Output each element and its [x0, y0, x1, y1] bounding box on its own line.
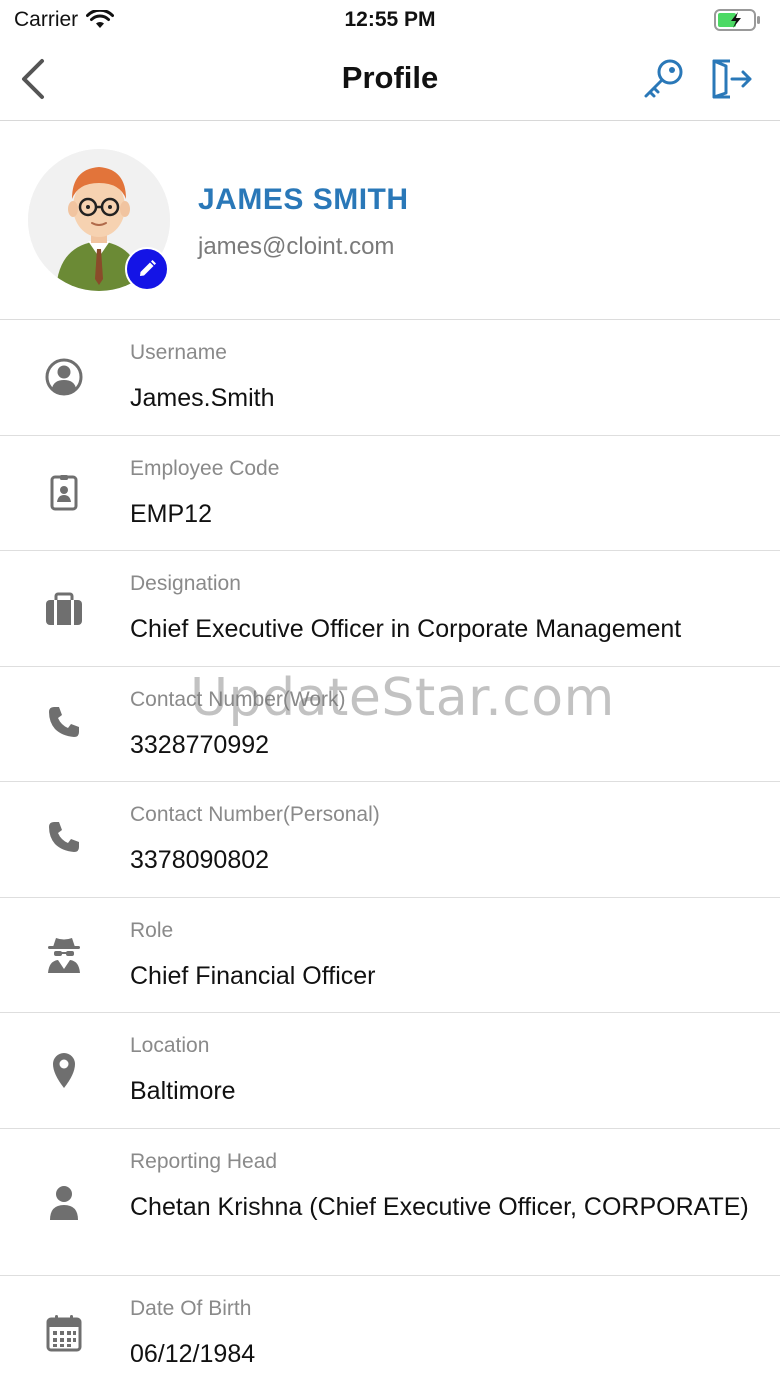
field-location: Location Baltimore — [0, 1013, 780, 1129]
logout-icon — [712, 59, 752, 99]
navigation-bar: Profile — [0, 40, 780, 121]
logout-button[interactable] — [705, 54, 757, 104]
field-label: Username — [130, 341, 227, 364]
field-label: Role — [130, 919, 174, 942]
field-label: Date Of Birth — [130, 1297, 252, 1320]
phone-icon — [40, 698, 88, 746]
field-value: 3328770992 — [130, 731, 270, 759]
user-secret-icon — [40, 931, 88, 979]
profile-name: JAMES SMITH — [198, 183, 409, 216]
field-label: Employee Code — [130, 457, 280, 480]
field-date-of-birth: Date Of Birth 06/12/1984 — [0, 1276, 780, 1387]
map-marker-icon — [40, 1046, 88, 1094]
id-badge-icon — [40, 469, 88, 517]
phone-icon — [40, 813, 88, 861]
field-value: Chief Financial Officer — [130, 962, 376, 990]
account-circle-icon — [40, 353, 88, 401]
edit-avatar-button[interactable] — [125, 247, 169, 291]
field-reporting-head: Reporting Head Chetan Krishna (Chief Exe… — [0, 1129, 780, 1276]
briefcase-icon — [40, 585, 88, 633]
field-designation: Designation Chief Executive Officer in C… — [0, 551, 780, 667]
field-employee-code: Employee Code EMP12 — [0, 436, 780, 551]
battery-charging-icon — [714, 9, 760, 31]
field-contact-work: Contact Number(Work) 3328770992 — [0, 667, 780, 782]
field-label: Designation — [130, 572, 241, 595]
field-label: Location — [130, 1034, 210, 1057]
field-value: 06/12/1984 — [130, 1340, 256, 1368]
profile-header: JAMES SMITH james@cloint.com — [0, 121, 780, 320]
field-role: Role Chief Financial Officer — [0, 898, 780, 1013]
field-value: James.Smith — [130, 384, 275, 412]
status-time: 12:55 PM — [344, 8, 436, 31]
field-value: Chetan Krishna (Chief Executive Officer,… — [130, 1193, 749, 1221]
field-value: Chief Executive Officer in Corporate Man… — [130, 615, 682, 643]
change-password-button[interactable] — [638, 54, 688, 104]
field-contact-personal: Contact Number(Personal) 3378090802 — [0, 782, 780, 898]
field-username: Username James.Smith — [0, 320, 780, 436]
profile-email: james@cloint.com — [198, 233, 395, 260]
person-icon — [40, 1179, 88, 1227]
pencil-icon — [140, 260, 156, 276]
status-bar: Carrier 12:55 PM — [0, 0, 780, 40]
field-value: EMP12 — [130, 500, 212, 528]
field-label: Contact Number(Work) — [130, 688, 346, 711]
field-label: Contact Number(Personal) — [130, 803, 380, 826]
field-value: Baltimore — [130, 1077, 236, 1105]
field-value: 3378090802 — [130, 846, 270, 874]
field-label: Reporting Head — [130, 1150, 278, 1173]
calendar-icon — [40, 1309, 88, 1357]
key-icon — [644, 59, 683, 98]
